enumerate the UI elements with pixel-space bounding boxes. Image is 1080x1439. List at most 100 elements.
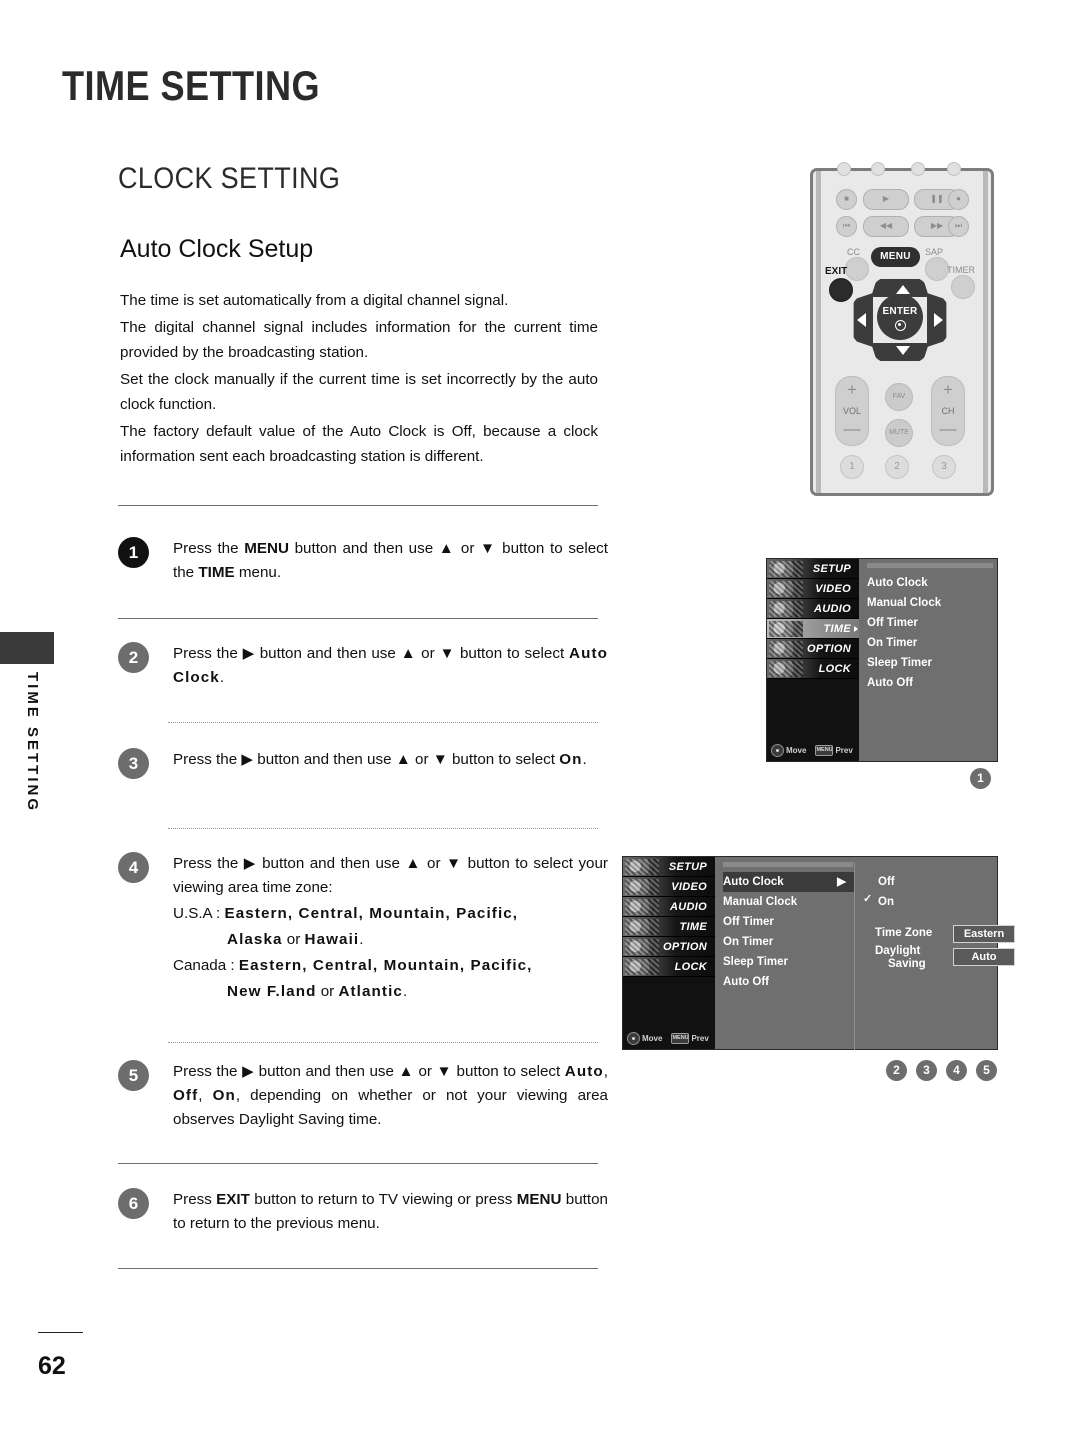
channel-minus[interactable]: —: [932, 420, 964, 437]
step-5-post: , depending on whether or not your viewi…: [173, 1087, 608, 1128]
osd1-item-manual-clock[interactable]: Manual Clock: [867, 593, 993, 613]
osd2-item-off-timer[interactable]: Off Timer: [723, 912, 854, 932]
subsection-title: Auto Clock Setup: [120, 235, 314, 263]
osd2-sidebar-label-video: VIDEO: [671, 881, 707, 893]
remote-top-dot-1: [837, 162, 851, 176]
osd1-item-off-timer[interactable]: Off Timer: [867, 613, 993, 633]
step-6-text: Press EXIT button to return to TV viewin…: [173, 1188, 608, 1236]
osd2-daylight-value[interactable]: Auto: [953, 948, 1015, 966]
step-4-text: Press the ▶ button and then use ▲ or ▼ b…: [173, 852, 608, 1004]
skip-forward-icon[interactable]: ⏭: [948, 216, 969, 237]
osd2-sidebar-item-setup[interactable]: SETUP: [623, 857, 715, 877]
chevron-right-icon: [853, 626, 858, 632]
volume-plus[interactable]: +: [836, 381, 868, 398]
osd2-timezone-value[interactable]: Eastern: [953, 925, 1015, 943]
osd1-footer-move-label: Move: [786, 746, 807, 755]
step-6-badge: 6: [118, 1188, 149, 1219]
step-4-canada-zones: Eastern, Central, Mountain, Pacific,: [238, 957, 533, 974]
osd1-item-auto-clock[interactable]: Auto Clock: [867, 573, 993, 593]
section-title: CLOCK SETTING: [118, 162, 341, 195]
volume-rocker[interactable]: + VOL —: [835, 376, 869, 446]
step-3: 3 Press the ▶ button and then use ▲ or ▼…: [118, 748, 608, 779]
osd1-badge-1: 1: [970, 768, 991, 789]
osd2-option-on[interactable]: On: [878, 892, 895, 912]
enter-button[interactable]: ENTER: [877, 294, 923, 340]
osd1-item-auto-off[interactable]: Auto Off: [867, 673, 993, 693]
channel-label: CH: [941, 406, 955, 416]
channel-rocker[interactable]: + CH —: [931, 376, 965, 446]
right-arrow-icon: [934, 313, 943, 327]
menu-button[interactable]: MENU: [871, 247, 920, 267]
osd2-item-manual-clock[interactable]: Manual Clock: [723, 892, 854, 912]
osd2-sidebar-item-lock[interactable]: LOCK: [623, 957, 715, 977]
osd2-sidebar-label-audio: AUDIO: [670, 901, 707, 913]
osd2-sidebar-label-option: OPTION: [663, 941, 707, 953]
osd1-sidebar-label-setup: SETUP: [812, 563, 851, 575]
osd1-sidebar-item-setup[interactable]: SETUP: [767, 559, 859, 579]
osd2-daylight-label-line2: Saving: [888, 958, 926, 970]
osd2-option-off[interactable]: Off: [878, 872, 895, 892]
osd1-footer-prev-label: Prev: [835, 746, 853, 755]
osd1-sidebar-item-time[interactable]: TIME: [767, 619, 859, 639]
volume-minus[interactable]: —: [836, 420, 868, 437]
number-button-1[interactable]: 1: [840, 455, 864, 479]
record-icon[interactable]: ●: [948, 189, 969, 210]
osd2-daylight-label-wrap: Daylight Saving: [875, 945, 926, 971]
step-1: 1 Press the MENU button and then use ▲ o…: [118, 537, 608, 585]
osd1-sidebar-item-video[interactable]: VIDEO: [767, 579, 859, 599]
option-thumb-icon: [769, 641, 803, 657]
osd1-item-sleep-timer[interactable]: Sleep Timer: [867, 653, 993, 673]
timer-button[interactable]: [951, 275, 975, 299]
step-4-usa-label: U.S.A :: [173, 905, 225, 922]
channel-plus[interactable]: +: [932, 381, 964, 398]
step-4-usa-line: U.S.A : Eastern, Central, Mountain, Paci…: [173, 902, 608, 926]
step-6: 6 Press EXIT button to return to TV view…: [118, 1188, 608, 1236]
side-tab-label: TIME SETTING: [24, 672, 41, 813]
osd2-item-auto-off[interactable]: Auto Off: [723, 972, 854, 992]
remote-edge-left: [816, 171, 821, 493]
mute-button[interactable]: MUTE: [885, 419, 913, 447]
step-2-badge: 2: [118, 642, 149, 673]
dpad-move-icon: [627, 1032, 640, 1045]
stop-icon[interactable]: ■: [836, 189, 857, 210]
osd2-sidebar-item-option[interactable]: OPTION: [623, 937, 715, 957]
step-1-post: menu.: [234, 564, 282, 581]
fav-button[interactable]: FAV: [885, 383, 913, 411]
step-4-canada-line: Canada : Eastern, Central, Mountain, Pac…: [173, 954, 608, 978]
intro-paragraph-4: The factory default value of the Auto Cl…: [120, 423, 598, 465]
lock-thumb-icon: [769, 661, 803, 677]
step-4-usa-end: .: [359, 931, 364, 948]
step-4-usa-zones: Eastern, Central, Mountain, Pacific,: [224, 905, 519, 922]
osd2-badge-5: 5: [976, 1060, 997, 1081]
step-3-pre: Press the ▶ button and then use ▲ or ▼ b…: [173, 751, 560, 768]
step-5-sep-1: ,: [603, 1063, 608, 1080]
dpad-move-icon: [771, 744, 784, 757]
osd2-sidebar-item-video[interactable]: VIDEO: [623, 877, 715, 897]
page-title: TIME SETTING: [62, 62, 320, 109]
step-5: 5 Press the ▶ button and then use ▲ or ▼…: [118, 1060, 608, 1132]
osd2-sidebar-item-time[interactable]: TIME: [623, 917, 715, 937]
number-button-2[interactable]: 2: [885, 455, 909, 479]
osd1-sidebar-item-lock[interactable]: LOCK: [767, 659, 859, 679]
time-thumb-icon: [625, 919, 659, 935]
step-1-badge: 1: [118, 537, 149, 568]
sap-label: SAP: [925, 247, 944, 257]
rewind-icon[interactable]: ◀◀: [863, 216, 909, 237]
osd1-sidebar-label-option: OPTION: [807, 643, 851, 655]
osd1-item-on-timer[interactable]: On Timer: [867, 633, 993, 653]
osd2-sidebar-item-audio[interactable]: AUDIO: [623, 897, 715, 917]
left-arrow-icon: [857, 313, 866, 327]
osd2-item-on-timer[interactable]: On Timer: [723, 932, 854, 952]
osd2-item-auto-clock[interactable]: Auto Clock ▶: [723, 872, 854, 892]
number-button-3[interactable]: 3: [932, 455, 956, 479]
divider-after-step-5: [118, 1163, 598, 1164]
play-icon[interactable]: ▶: [863, 189, 909, 210]
exit-button[interactable]: [829, 278, 853, 302]
osd2-item-sleep-timer[interactable]: Sleep Timer: [723, 952, 854, 972]
skip-back-icon[interactable]: ⏮: [836, 216, 857, 237]
osd1-sidebar-item-audio[interactable]: AUDIO: [767, 599, 859, 619]
remote-top-dot-4: [947, 162, 961, 176]
step-6-pre: Press: [173, 1191, 217, 1208]
osd1-sidebar-item-option[interactable]: OPTION: [767, 639, 859, 659]
step-6-mid: button to return to TV viewing or press: [249, 1191, 517, 1208]
